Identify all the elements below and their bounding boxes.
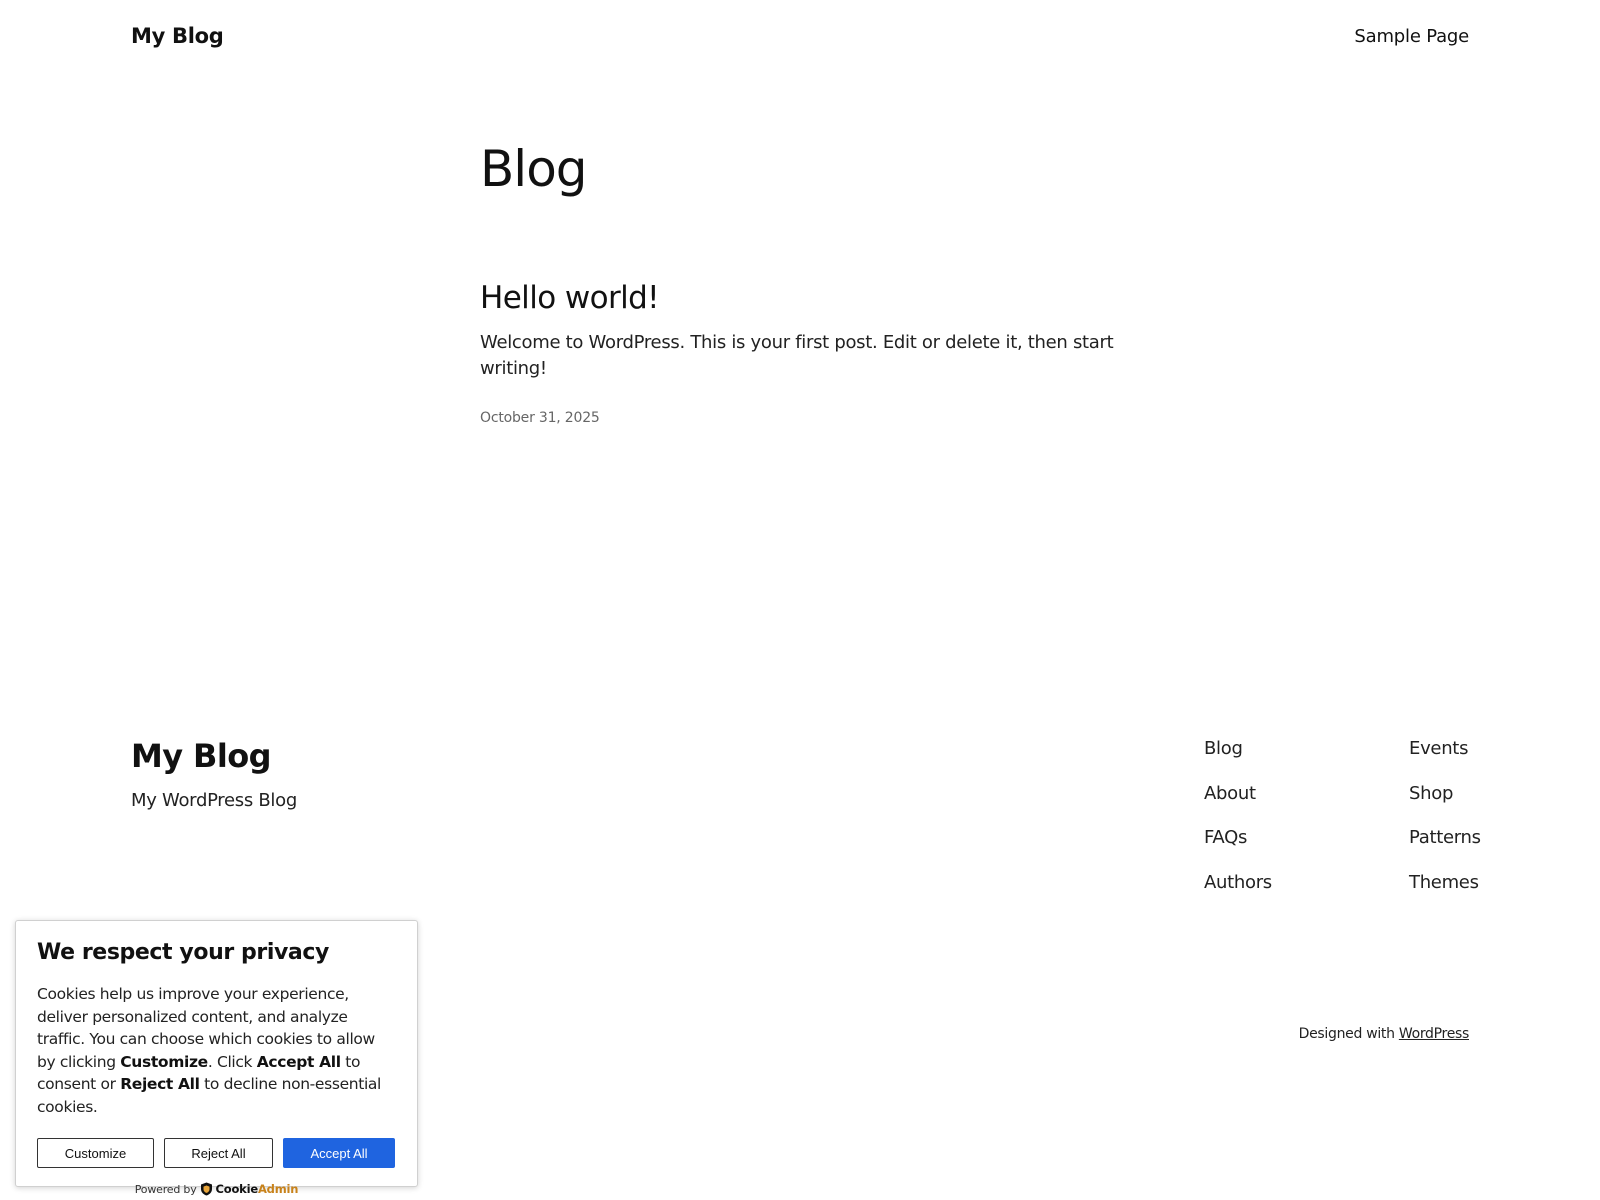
brand-admin-text: Admin bbox=[257, 1182, 299, 1196]
powered-by: Powered by CookieAdmin bbox=[37, 1182, 396, 1196]
powered-by-label: Powered by bbox=[134, 1182, 197, 1196]
cookie-description: Cookies help us improve your experience,… bbox=[37, 983, 396, 1118]
cookieadmin-logo[interactable]: CookieAdmin bbox=[216, 1182, 299, 1196]
cookie-consent-banner: We respect your privacy Cookies help us … bbox=[15, 920, 418, 1196]
cookie-text-part-2: . Click bbox=[207, 1052, 257, 1071]
cookie-actions: Customize Reject All Accept All bbox=[37, 1138, 396, 1168]
post-title-link[interactable]: Hello world! bbox=[480, 278, 1180, 318]
customize-button[interactable]: Customize bbox=[37, 1138, 154, 1168]
footer-link-blog[interactable]: Blog bbox=[1204, 736, 1314, 781]
footer-link-authors[interactable]: Authors bbox=[1204, 870, 1314, 915]
footer-nav-column-1: Blog About FAQs Authors bbox=[1204, 736, 1314, 914]
reject-all-button[interactable]: Reject All bbox=[164, 1138, 273, 1168]
footer-link-themes[interactable]: Themes bbox=[1409, 870, 1519, 915]
page-title: Blog bbox=[480, 140, 588, 198]
post-item: Hello world! Welcome to WordPress. This … bbox=[480, 278, 1180, 426]
site-header: My Blog Sample Page bbox=[131, 18, 1469, 54]
main-content: Blog Hello world! Welcome to WordPress. … bbox=[480, 138, 1180, 426]
brand-cookie-text: Cookie bbox=[215, 1182, 259, 1196]
footer-brand: My Blog My WordPress Blog bbox=[131, 736, 297, 811]
footer-site-title[interactable]: My Blog bbox=[131, 736, 297, 776]
footer-link-faqs[interactable]: FAQs bbox=[1204, 825, 1314, 870]
footer-link-about[interactable]: About bbox=[1204, 781, 1314, 826]
cookie-text-reject: Reject All bbox=[120, 1075, 200, 1093]
footer-link-events[interactable]: Events bbox=[1409, 736, 1519, 781]
header-nav: Sample Page bbox=[1354, 26, 1469, 47]
footer-nav-column-2: Events Shop Patterns Themes bbox=[1409, 736, 1519, 914]
footer-link-patterns[interactable]: Patterns bbox=[1409, 825, 1519, 870]
footer-link-shop[interactable]: Shop bbox=[1409, 781, 1519, 826]
footer-tagline: My WordPress Blog bbox=[131, 790, 297, 811]
site-title-link[interactable]: My Blog bbox=[131, 24, 224, 48]
cookie-text-customize: Customize bbox=[120, 1052, 208, 1071]
post-excerpt: Welcome to WordPress. This is your first… bbox=[480, 332, 1114, 379]
credit-prefix: Designed with bbox=[1298, 1026, 1395, 1042]
footer-credit: Designed with WordPress bbox=[1298, 1026, 1470, 1042]
post-date[interactable]: October 31, 2025 bbox=[480, 410, 1180, 426]
page: My Blog Sample Page Blog Hello world! We… bbox=[0, 0, 1600, 1200]
credit-wordpress-link[interactable]: WordPress bbox=[1399, 1026, 1469, 1042]
nav-link-sample-page[interactable]: Sample Page bbox=[1354, 26, 1469, 47]
accept-all-button[interactable]: Accept All bbox=[283, 1138, 395, 1168]
shield-icon bbox=[200, 1182, 213, 1196]
cookie-title: We respect your privacy bbox=[37, 940, 329, 965]
cookie-text-accept: Accept All bbox=[256, 1052, 341, 1071]
